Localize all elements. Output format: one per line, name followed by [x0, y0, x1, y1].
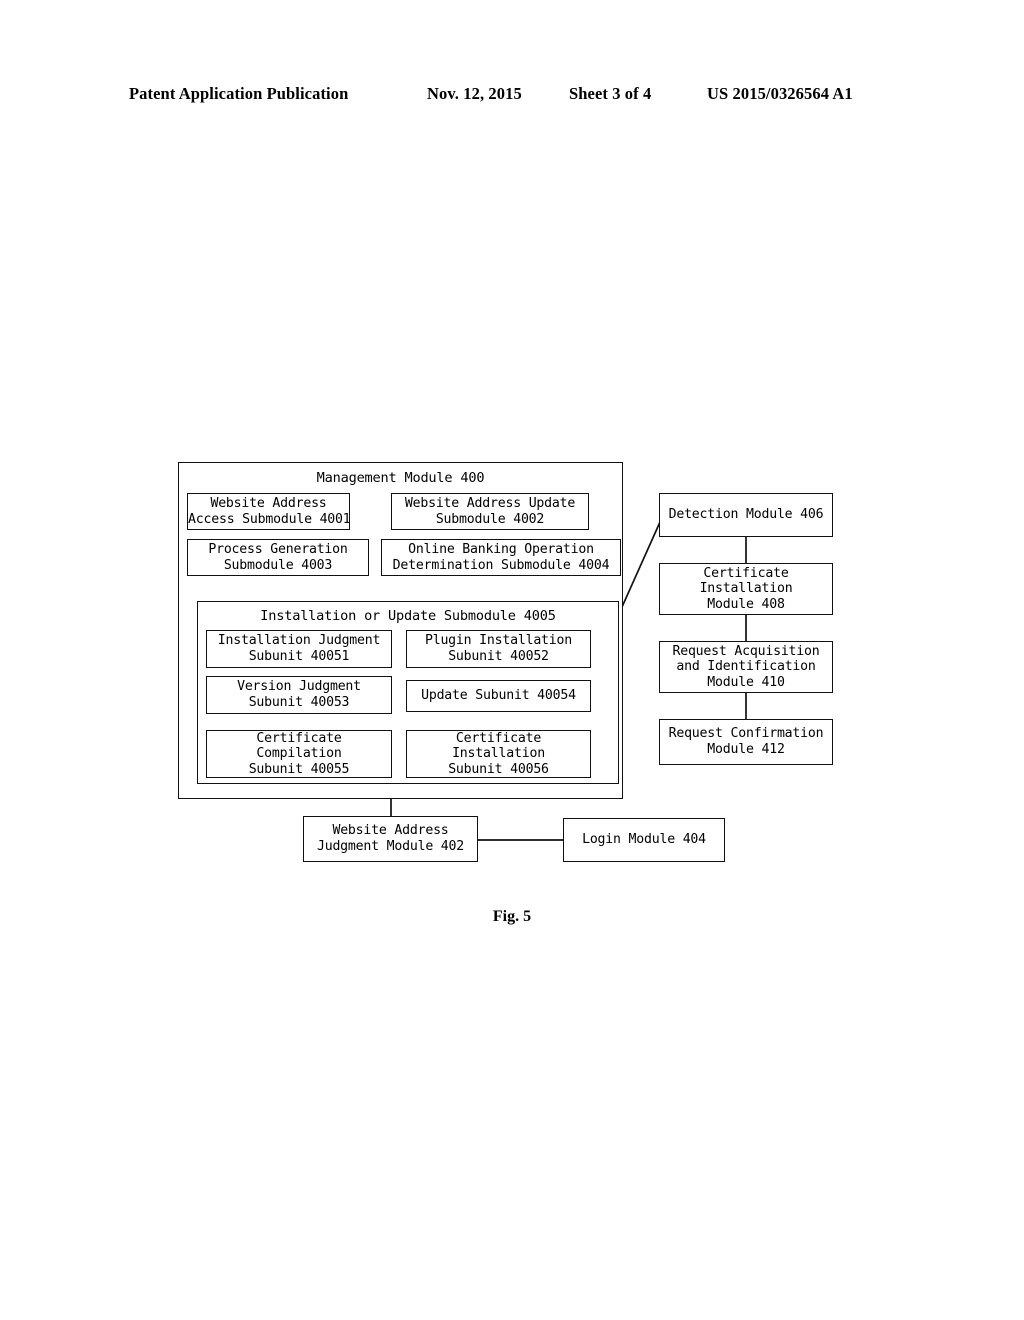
submodule-4002-box[interactable]: Website Address Update Submodule 4002	[391, 493, 589, 530]
website-address-judgment-module-402-box[interactable]: Website Address Judgment Module 402	[303, 816, 478, 862]
subunit-40052-box[interactable]: Plugin Installation Subunit 40052	[406, 630, 591, 668]
subunit-40051-line2: Subunit 40051	[248, 649, 350, 664]
submodule-4003-box[interactable]: Process Generation Submodule 4003	[187, 539, 369, 576]
subunit-40053-line1: Version Judgment	[237, 679, 361, 695]
request-confirmation-module-412-line2: Module 412	[707, 742, 785, 757]
submodule-4001-line2: Access Submodule 4001	[188, 511, 351, 527]
certificate-installation-module-408-box[interactable]: Certificate Installation Module 408	[659, 563, 833, 615]
website-address-judgment-module-402-line2: Judgment Module 402	[316, 839, 465, 854]
subunit-40055-box[interactable]: Certificate Compilation Subunit 40055	[206, 730, 392, 778]
login-module-404-box[interactable]: Login Module 404	[563, 818, 725, 862]
subunit-40052-line1: Plugin Installation	[424, 633, 573, 649]
subunit-40054-box[interactable]: Update Subunit 40054	[406, 680, 591, 712]
subunit-40056-line1: Certificate	[455, 730, 542, 746]
submodule-4004-box[interactable]: Online Banking Operation Determination S…	[381, 539, 621, 576]
subunit-40053-line2: Subunit 40053	[248, 695, 350, 710]
submodule-4004-line1: Online Banking Operation	[408, 541, 594, 557]
submodule-4003-line1: Process Generation	[208, 541, 348, 557]
subunit-40056-box[interactable]: Certificate Installation Subunit 40056	[406, 730, 591, 778]
subunit-40053-box[interactable]: Version Judgment Subunit 40053	[206, 676, 392, 714]
request-acquisition-module-410-box[interactable]: Request Acquisition and Identification M…	[659, 641, 833, 693]
subunit-40051-line1: Installation Judgment	[217, 633, 381, 649]
figure-block-diagram: Management Module 400 Website Address Ac…	[0, 0, 1024, 1320]
subunit-40056-line2: Installation	[452, 746, 545, 762]
submodule-4002-line1: Website Address Update	[404, 495, 576, 511]
figure-caption: Fig. 5	[492, 908, 532, 925]
certificate-installation-module-408-line3: Module 408	[707, 596, 785, 612]
submodule-4001-line1: Website Address	[210, 495, 327, 511]
submodule-4004-line2: Determination Submodule 4004	[392, 557, 610, 573]
subunit-40054-line1: Update Subunit 40054	[421, 688, 576, 704]
detection-module-406-line1: Detection Module 406	[668, 507, 824, 523]
request-acquisition-module-410-line1: Request Acquisition	[672, 643, 820, 659]
detection-module-406-box[interactable]: Detection Module 406	[659, 493, 833, 537]
subunit-40052-line2: Subunit 40052	[448, 649, 549, 664]
submodule-4001-box[interactable]: Website Address Access Submodule 4001	[187, 493, 351, 530]
certificate-installation-module-408-line2: Installation	[699, 581, 793, 597]
install-or-update-submodule-container[interactable]: Installation or Update Submodule 4005 In…	[197, 601, 619, 784]
request-confirmation-module-412-line1: Request Confirmation	[668, 726, 824, 742]
subunit-40056-line3: Subunit 40056	[448, 761, 549, 777]
management-module-container[interactable]: Management Module 400 Website Address Ac…	[178, 462, 623, 799]
request-acquisition-module-410-line3: Module 410	[707, 674, 785, 690]
subunit-40055-line2: Compilation	[256, 746, 342, 762]
website-address-judgment-module-402-line1: Website Address	[332, 823, 449, 839]
subunit-40055-line1: Certificate	[256, 730, 342, 746]
request-confirmation-module-412-box[interactable]: Request Confirmation Module 412	[659, 719, 833, 765]
subunit-40055-line3: Subunit 40055	[248, 761, 350, 777]
management-module-title: Management Module 400	[316, 470, 485, 486]
subunit-40051-box[interactable]: Installation Judgment Subunit 40051	[206, 630, 392, 668]
login-module-404-line1: Login Module 404	[582, 832, 706, 848]
submodule-4002-line2: Submodule 4002	[435, 511, 545, 527]
certificate-installation-module-408-line1: Certificate	[703, 565, 789, 581]
install-or-update-submodule-title: Installation or Update Submodule 4005	[260, 608, 556, 624]
request-acquisition-module-410-line2: and Identification	[676, 659, 816, 675]
submodule-4003-line2: Submodule 4003	[223, 557, 333, 573]
